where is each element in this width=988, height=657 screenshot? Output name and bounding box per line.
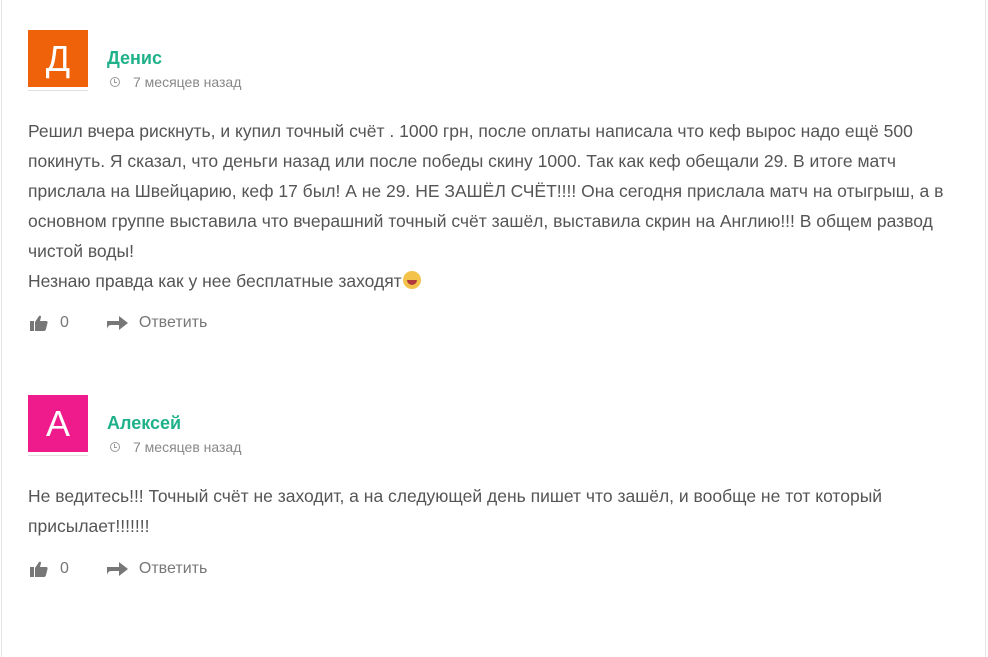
comment-time[interactable]: 7 месяцев назад	[133, 74, 241, 90]
avatar-letter: Д	[28, 30, 88, 87]
comment-body: Не ведитесь!!! Точный счёт не заходит, а…	[28, 481, 963, 541]
laughing-face-emoji-icon	[402, 271, 421, 289]
comment-time[interactable]: 7 месяцев назад	[133, 439, 241, 455]
comment-actions: 0 Ответить	[30, 314, 207, 332]
comment-text-fragment: Незнаю правда как у нее бесплатные заход…	[28, 271, 402, 291]
comment-text-line: Незнаю правда как у нее бесплатные заход…	[28, 266, 963, 296]
clock-icon	[110, 77, 120, 87]
comment-author[interactable]: Алексей	[107, 413, 181, 434]
thumbs-up-icon[interactable]	[30, 315, 48, 331]
like-count: 0	[60, 314, 69, 331]
comment-author[interactable]: Денис	[107, 48, 162, 69]
reply-arrow-icon[interactable]	[106, 561, 129, 577]
avatar-letter: А	[28, 395, 88, 452]
comment-text-line: Не ведитесь!!! Точный счёт не заходит, а…	[28, 486, 883, 536]
comment-body: Решил вчера рискнуть, и купил точный счё…	[28, 116, 963, 296]
comment-meta: 7 месяцев назад	[110, 74, 241, 90]
comment-text-line: Решил вчера рискнуть, и купил точный счё…	[28, 121, 944, 261]
like-count: 0	[60, 560, 69, 577]
avatar: Д	[28, 30, 88, 91]
reply-button[interactable]: Ответить	[139, 560, 207, 578]
comment-actions: 0 Ответить	[30, 560, 207, 578]
clock-icon	[110, 442, 120, 452]
thumbs-up-icon[interactable]	[30, 561, 48, 577]
reply-button[interactable]: Ответить	[139, 314, 207, 332]
reply-arrow-icon[interactable]	[106, 315, 129, 331]
comment-meta: 7 месяцев назад	[110, 439, 241, 455]
avatar: А	[28, 395, 88, 456]
